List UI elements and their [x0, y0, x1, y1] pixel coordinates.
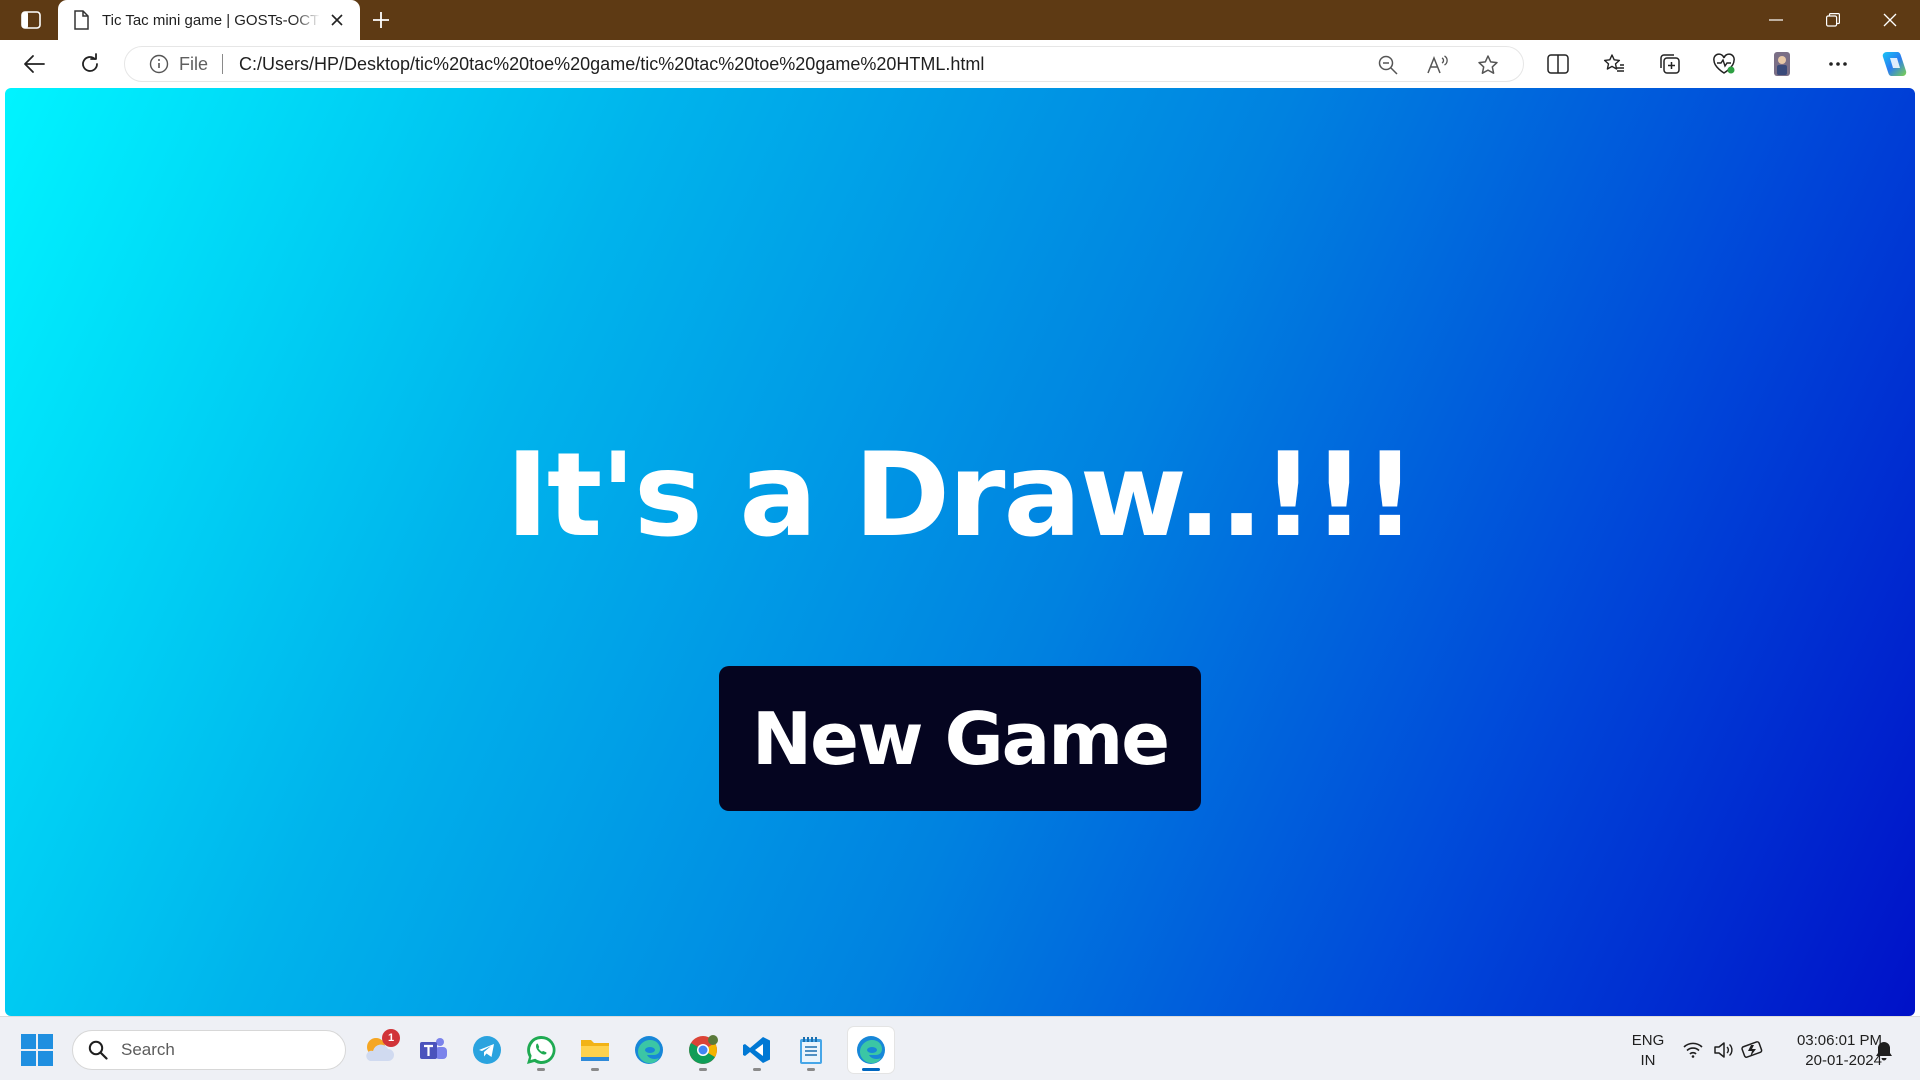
- favorites-icon[interactable]: [1596, 48, 1632, 80]
- browser-titlebar: Tic Tac mini game | GOSTs-OCTO: [0, 0, 1920, 40]
- back-button[interactable]: [16, 48, 52, 80]
- notepad-icon[interactable]: [788, 1027, 834, 1073]
- battery-icon[interactable]: [1738, 1037, 1768, 1063]
- split-screen-icon[interactable]: [1540, 48, 1576, 80]
- read-aloud-icon[interactable]: [1413, 49, 1463, 81]
- search-placeholder: Search: [121, 1040, 175, 1059]
- running-indicator: [807, 1068, 815, 1071]
- page-icon: [70, 9, 92, 31]
- clock-date: 20-01-2024: [1805, 1052, 1882, 1069]
- search-icon: [85, 1037, 111, 1063]
- profile-avatar[interactable]: [1764, 48, 1800, 80]
- refresh-button[interactable]: [72, 48, 108, 80]
- chrome-icon[interactable]: [680, 1027, 726, 1073]
- region-code: IN: [1640, 1052, 1656, 1069]
- taskbar-search[interactable]: Search: [72, 1030, 346, 1070]
- collections-icon[interactable]: [1652, 48, 1688, 80]
- volume-icon[interactable]: [1708, 1037, 1738, 1063]
- scheme-label: File: [179, 53, 209, 74]
- file-explorer-icon[interactable]: [572, 1027, 618, 1073]
- notification-badge: 1: [382, 1029, 400, 1047]
- teams-icon[interactable]: [410, 1027, 456, 1073]
- edge-icon[interactable]: [626, 1027, 672, 1073]
- browser-essentials-icon[interactable]: [1706, 48, 1742, 80]
- wifi-icon[interactable]: [1678, 1037, 1708, 1063]
- more-menu-icon[interactable]: [1820, 48, 1856, 80]
- language-indicator[interactable]: ENG IN: [1620, 1031, 1676, 1071]
- running-indicator: [753, 1068, 761, 1071]
- game-page: It's a Draw..!!! New Game: [5, 88, 1915, 1016]
- tab-title: Tic Tac mini game | GOSTs-OCTO: [102, 11, 320, 29]
- zoom-icon[interactable]: [1363, 49, 1413, 81]
- close-window-button[interactable]: [1862, 0, 1918, 40]
- copilot-icon[interactable]: [1876, 48, 1912, 80]
- system-clock[interactable]: 03:06:01 PM 20-01-2024: [1770, 1031, 1882, 1071]
- windows-taskbar: Search 1 ENG IN 03:06:01 PM 20-01-2024: [0, 1016, 1920, 1080]
- browser-toolbar: File C:/Users/HP/Desktop/tic%20tac%20toe…: [0, 40, 1920, 88]
- notification-bell-icon[interactable]: [1872, 1039, 1896, 1063]
- restore-button[interactable]: [1805, 0, 1861, 40]
- address-divider: [222, 54, 224, 74]
- site-info-icon[interactable]: [147, 52, 171, 76]
- language-code: ENG: [1631, 1032, 1665, 1049]
- active-indicator: [862, 1068, 880, 1071]
- new-game-button[interactable]: New Game: [719, 666, 1201, 811]
- new-tab-button[interactable]: [366, 8, 396, 32]
- edge-active-icon[interactable]: [848, 1027, 894, 1073]
- windows-start-icon[interactable]: [20, 1033, 54, 1067]
- address-bar[interactable]: File C:/Users/HP/Desktop/tic%20tac%20toe…: [124, 46, 1524, 82]
- close-tab-icon[interactable]: [326, 9, 348, 31]
- running-indicator: [591, 1068, 599, 1071]
- whatsapp-icon[interactable]: [518, 1027, 564, 1073]
- running-indicator: [537, 1068, 545, 1071]
- tab-tic-tac-game[interactable]: Tic Tac mini game | GOSTs-OCTO: [58, 0, 360, 40]
- minimize-button[interactable]: [1748, 0, 1804, 40]
- draw-message: It's a Draw..!!!: [505, 428, 1417, 563]
- vs-code-icon[interactable]: [734, 1027, 780, 1073]
- url-text[interactable]: C:/Users/HP/Desktop/tic%20tac%20toe%20ga…: [239, 54, 984, 75]
- system-tray: [1678, 1037, 1768, 1063]
- favorite-star-icon[interactable]: [1463, 49, 1513, 81]
- clock-time: 03:06:01 PM: [1796, 1032, 1882, 1049]
- weather-widget-icon[interactable]: 1: [356, 1027, 402, 1073]
- running-indicator: [699, 1068, 707, 1071]
- telegram-icon[interactable]: [464, 1027, 510, 1073]
- tab-actions-icon[interactable]: [18, 8, 44, 32]
